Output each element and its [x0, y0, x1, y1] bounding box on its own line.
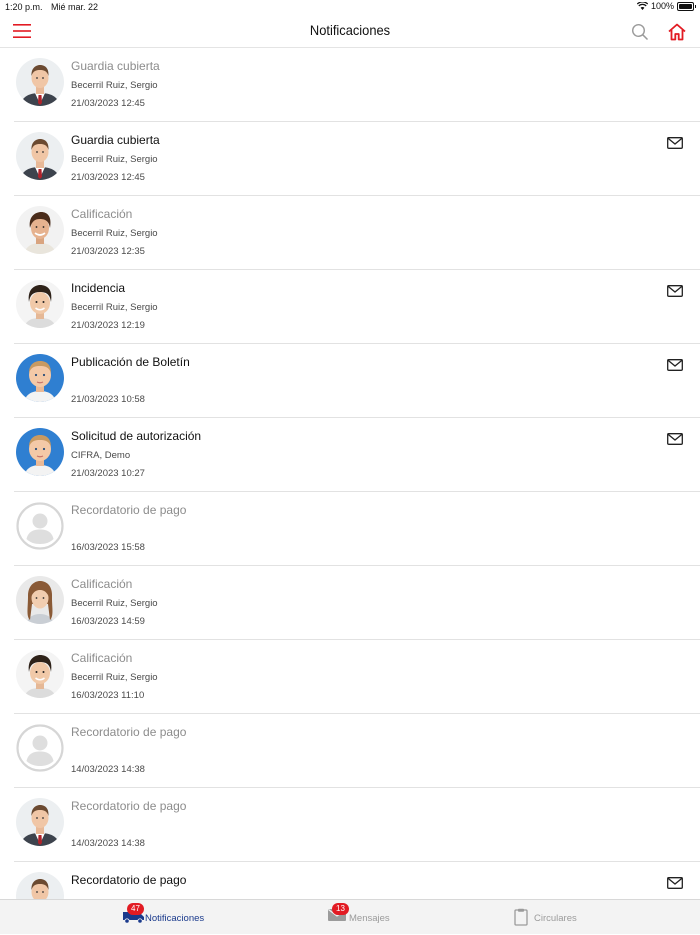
notification-sender: Becerril Ruiz, Sergio — [71, 598, 158, 609]
notification-sender: Becerril Ruiz, Sergio — [71, 672, 158, 683]
envelope-icon[interactable] — [667, 876, 683, 889]
notification-row[interactable]: Recordatorio de pago 14/03/2023 14:38 — [14, 788, 700, 862]
notification-title: Calificación — [71, 207, 133, 221]
notification-title: Recordatorio de pago — [71, 873, 187, 887]
notification-title: Guardia cubierta — [71, 59, 160, 73]
notification-sender: CIFRA, Demo — [71, 450, 131, 461]
notification-title: Guardia cubierta — [71, 133, 160, 147]
notification-row[interactable]: Calificación Becerril Ruiz, Sergio 16/03/2… — [14, 566, 700, 640]
battery-icon — [677, 1, 696, 11]
avatar — [16, 724, 64, 772]
wifi-icon — [636, 2, 648, 10]
notification-sender: Becerril Ruiz, Sergio — [71, 80, 158, 91]
notification-date: 21/03/2023 12:45 — [71, 98, 145, 109]
notification-date: 16/03/2023 15:58 — [71, 542, 145, 553]
notification-row[interactable]: Guardia cubierta Becerril Ruiz, Sergio 21/… — [14, 122, 700, 196]
notification-row[interactable]: Incidencia Becerril Ruiz, Sergio 21/03/202… — [14, 270, 700, 344]
tab-circulares[interactable]: Circulares — [0, 900, 700, 935]
avatar — [16, 132, 64, 180]
badge-count: 47 — [127, 903, 144, 915]
page-title: Notificaciones — [309, 22, 391, 38]
home-icon[interactable] — [667, 22, 687, 42]
notification-title: Publicación de Boletín — [71, 355, 190, 369]
tab-bar: Notificaciones 47 Mensajes 13 Circulares — [0, 899, 700, 934]
badge-count: 13 — [332, 903, 349, 915]
avatar — [16, 576, 64, 624]
notification-sender: Becerril Ruiz, Sergio — [71, 228, 158, 239]
app-header: Notificaciones — [0, 14, 700, 48]
status-time: 1:20 p.m. — [5, 2, 43, 12]
avatar — [16, 798, 64, 846]
notification-sender: Becerril Ruiz, Sergio — [71, 154, 158, 165]
clipboard-icon[interactable] — [514, 908, 528, 931]
notification-title: Solicitud de autorización — [71, 429, 202, 443]
notification-date: 21/03/2023 12:45 — [71, 172, 145, 183]
envelope-icon[interactable] — [667, 284, 683, 297]
notification-row[interactable]: Calificación Becerril Ruiz, Sergio 16/03/2… — [14, 640, 700, 714]
notification-date: 14/03/2023 14:38 — [71, 764, 145, 775]
envelope-icon[interactable] — [667, 358, 683, 371]
envelope-icon[interactable] — [667, 136, 683, 149]
notification-date: 16/03/2023 14:59 — [71, 616, 145, 627]
avatar — [16, 354, 64, 402]
search-icon[interactable] — [631, 23, 649, 41]
tab-notificaciones[interactable]: Notificaciones 47 — [0, 900, 700, 935]
notification-row[interactable]: Publicación de Boletín 21/03/2023 10:58 — [14, 344, 700, 418]
tab-label[interactable]: Mensajes — [349, 913, 390, 924]
notification-title: Incidencia — [71, 281, 126, 295]
notification-sender: Becerril Ruiz, Sergio — [71, 302, 158, 313]
notification-title: Calificación — [71, 577, 133, 591]
notification-date: 21/03/2023 10:27 — [71, 468, 145, 479]
status-bar: 1:20 p.m. Mié mar. 22 100% — [0, 0, 700, 14]
notification-title: Recordatorio de pago — [71, 799, 187, 813]
avatar — [16, 650, 64, 698]
notification-date: 16/03/2023 11:10 — [71, 690, 145, 701]
avatar — [16, 206, 64, 254]
notification-date: 14/03/2023 14:38 — [71, 838, 145, 849]
notification-date: 21/03/2023 12:35 — [71, 246, 145, 257]
notification-title: Recordatorio de pago — [71, 503, 187, 517]
envelope-icon[interactable] — [328, 908, 346, 927]
avatar — [16, 428, 64, 476]
envelope-icon[interactable] — [667, 432, 683, 445]
status-date: Mié mar. 22 — [51, 2, 99, 12]
notification-row[interactable]: Calificación Becerril Ruiz, Sergio 21/03/2… — [14, 196, 700, 270]
notification-row[interactable]: Guardia cubierta Becerril Ruiz, Sergio 21/… — [14, 48, 700, 122]
tab-label[interactable]: Notificaciones — [145, 913, 204, 924]
tab-label[interactable]: Circulares — [534, 913, 577, 924]
avatar — [16, 502, 64, 550]
notification-row[interactable]: Solicitud de autorización CIFRA, Demo 21/0… — [14, 418, 700, 492]
notification-row[interactable]: Recordatorio de pago 14/03/2023 14:38 — [14, 714, 700, 788]
battery-percent: 100% — [650, 1, 674, 11]
notification-list[interactable]: Guardia cubierta Becerril Ruiz, Sergio 21/… — [0, 48, 700, 899]
avatar — [16, 58, 64, 106]
notification-row[interactable]: Recordatorio de pago 16/03/2023 15:58 — [14, 492, 700, 566]
notification-date: 21/03/2023 12:19 — [71, 320, 145, 331]
notification-row[interactable]: Recordatorio de pago — [14, 862, 700, 899]
notification-date: 21/03/2023 10:58 — [71, 394, 145, 405]
avatar — [16, 872, 64, 899]
avatar — [16, 280, 64, 328]
notifications-truck-icon[interactable] — [123, 908, 145, 929]
notification-title: Recordatorio de pago — [71, 725, 187, 739]
tab-mensajes[interactable]: Mensajes 13 — [0, 900, 700, 935]
notification-title: Calificación — [71, 651, 133, 665]
